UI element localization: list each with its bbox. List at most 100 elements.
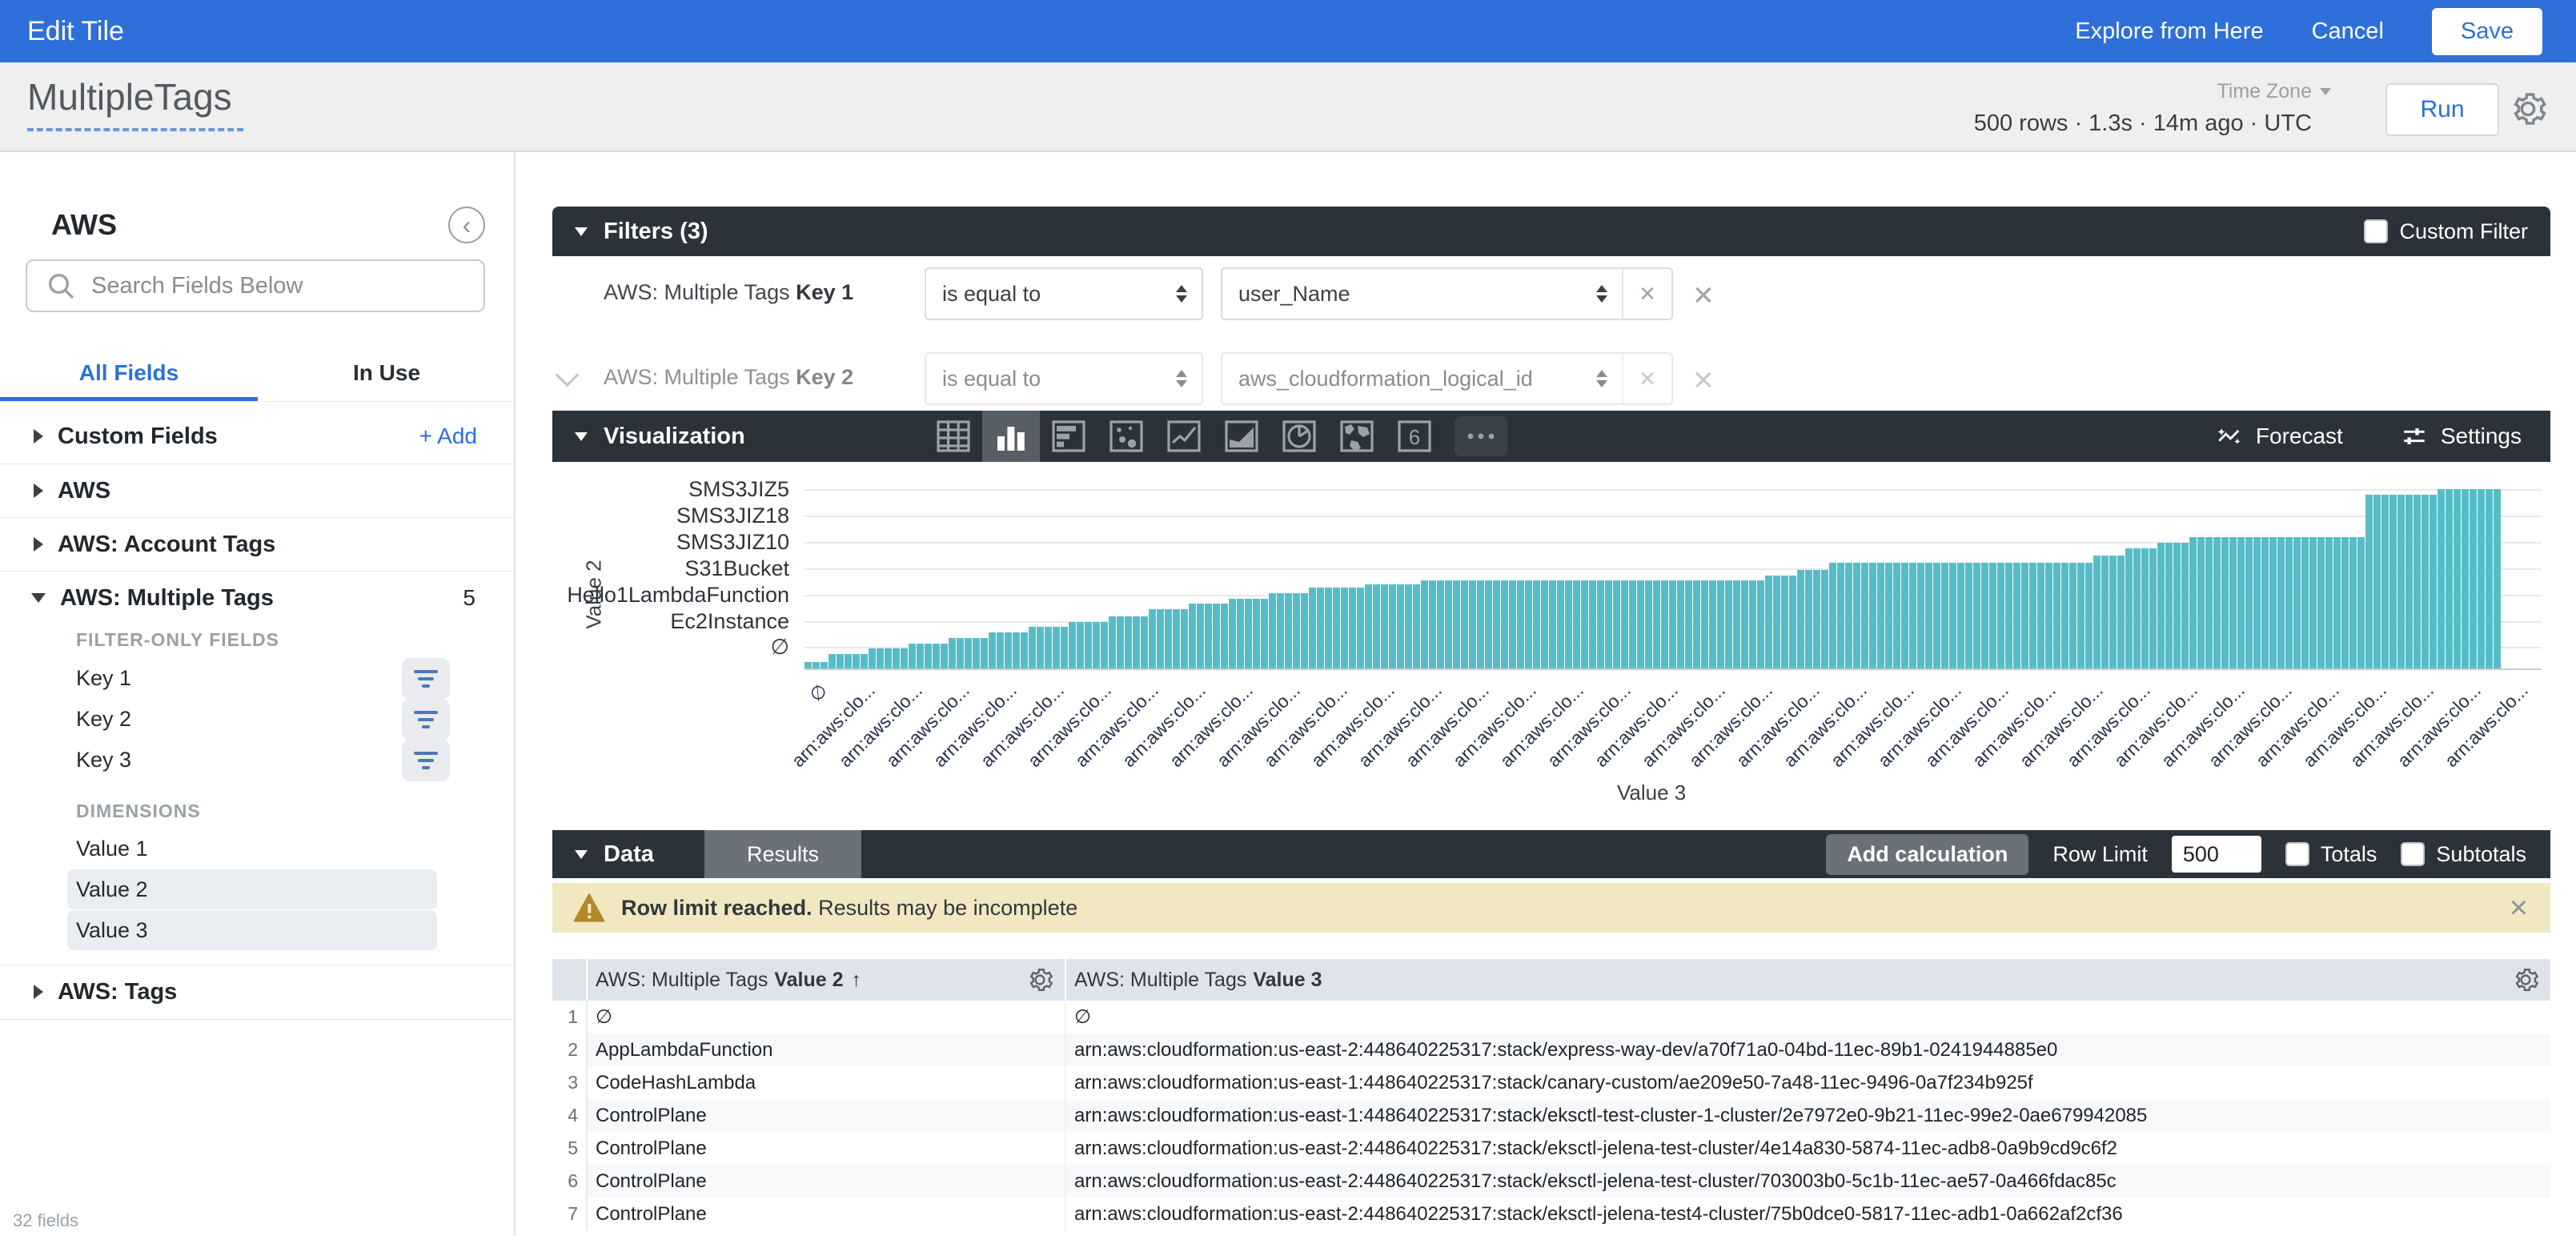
bar[interactable] bbox=[1053, 627, 1060, 668]
bar[interactable] bbox=[1973, 563, 1980, 668]
bar[interactable] bbox=[1509, 580, 1516, 668]
bar[interactable] bbox=[957, 638, 964, 668]
bar[interactable] bbox=[1861, 563, 1868, 668]
bar[interactable] bbox=[1181, 609, 1188, 668]
bar[interactable] bbox=[2317, 537, 2325, 668]
bar[interactable] bbox=[1989, 563, 1996, 668]
viz-type-more-icon[interactable] bbox=[1455, 416, 1507, 456]
bar[interactable] bbox=[2013, 563, 2020, 668]
bar[interactable] bbox=[1269, 593, 1276, 668]
bar[interactable] bbox=[2413, 495, 2421, 668]
filter-by-key-3-button[interactable] bbox=[402, 740, 450, 781]
bar[interactable] bbox=[1429, 580, 1436, 668]
bar[interactable] bbox=[1229, 599, 1236, 668]
bar[interactable] bbox=[885, 648, 892, 668]
bar[interactable] bbox=[1437, 580, 1444, 668]
bar[interactable] bbox=[1421, 580, 1428, 668]
remove-filter-icon[interactable]: × bbox=[1693, 275, 1714, 315]
column-gear-icon[interactable] bbox=[2512, 966, 2539, 993]
bar[interactable] bbox=[1813, 570, 1820, 668]
bar[interactable] bbox=[997, 632, 1004, 668]
sidebar-item-multiple-tags[interactable]: AWS: Multiple Tags 5 bbox=[0, 572, 514, 624]
bar[interactable] bbox=[1709, 580, 1716, 668]
bar[interactable] bbox=[901, 648, 908, 668]
bar[interactable] bbox=[1037, 627, 1044, 668]
bar[interactable] bbox=[893, 648, 900, 668]
bar[interactable] bbox=[1581, 580, 1588, 668]
bar[interactable] bbox=[1605, 580, 1612, 668]
bar[interactable] bbox=[1909, 563, 1916, 668]
cell-value-3[interactable]: ∅ bbox=[1066, 1001, 2550, 1033]
bar[interactable] bbox=[2149, 548, 2157, 668]
bar[interactable] bbox=[1261, 599, 1268, 668]
bar[interactable] bbox=[1741, 580, 1748, 668]
bar[interactable] bbox=[925, 644, 932, 668]
bar[interactable] bbox=[1637, 580, 1644, 668]
field-value-3[interactable]: Value 3 bbox=[67, 910, 437, 950]
bar[interactable] bbox=[1517, 580, 1524, 668]
bar[interactable] bbox=[1829, 563, 1836, 668]
bar[interactable] bbox=[2438, 489, 2445, 668]
filter-operator-select[interactable]: is equal to bbox=[925, 267, 1203, 320]
viz-type-single-value-icon[interactable]: 6 bbox=[1386, 411, 1443, 462]
bar[interactable] bbox=[1061, 627, 1068, 668]
bar[interactable] bbox=[1661, 580, 1668, 668]
bar[interactable] bbox=[1069, 622, 1076, 668]
bar[interactable] bbox=[1277, 593, 1284, 668]
bar[interactable] bbox=[2061, 563, 2068, 668]
bar[interactable] bbox=[1549, 580, 1556, 668]
bar[interactable] bbox=[2173, 543, 2181, 668]
viz-type-scatter-icon[interactable] bbox=[1097, 411, 1155, 462]
bar[interactable] bbox=[1405, 584, 1412, 668]
bar[interactable] bbox=[1773, 576, 1780, 668]
bar[interactable] bbox=[861, 654, 868, 668]
bar[interactable] bbox=[1445, 580, 1452, 668]
bar[interactable] bbox=[1701, 580, 1708, 668]
bar[interactable] bbox=[1901, 563, 1908, 668]
bar[interactable] bbox=[2293, 537, 2301, 668]
bar[interactable] bbox=[1237, 599, 1244, 668]
cell-value-3[interactable]: arn:aws:cloudformation:us-east-1:4486402… bbox=[1066, 1066, 2550, 1099]
bar[interactable] bbox=[877, 648, 884, 668]
viz-type-area-icon[interactable] bbox=[1213, 411, 1270, 462]
bar[interactable] bbox=[1837, 563, 1844, 668]
bar[interactable] bbox=[1157, 609, 1164, 668]
column-gear-icon[interactable] bbox=[1026, 966, 1053, 993]
tab-all-fields[interactable]: All Fields bbox=[0, 349, 258, 397]
bar[interactable] bbox=[1557, 580, 1564, 668]
tab-results[interactable]: Results bbox=[704, 830, 861, 878]
bar[interactable] bbox=[1789, 576, 1796, 668]
bar[interactable] bbox=[941, 644, 948, 668]
bar[interactable] bbox=[1733, 580, 1740, 668]
bar[interactable] bbox=[1389, 584, 1396, 668]
bar[interactable] bbox=[1141, 616, 1148, 668]
bar[interactable] bbox=[1117, 616, 1124, 668]
bar[interactable] bbox=[1397, 584, 1404, 668]
sidebar-item-custom-fields[interactable]: Custom Fields + Add bbox=[0, 410, 514, 463]
subtotals-checkbox[interactable] bbox=[2401, 842, 2425, 866]
column-header-value-3[interactable]: AWS: Multiple TagsValue 3 bbox=[1066, 959, 2550, 1001]
bar[interactable] bbox=[1613, 580, 1620, 668]
cell-value-3[interactable]: arn:aws:cloudformation:us-east-2:4486402… bbox=[1066, 1198, 2550, 1230]
bar[interactable] bbox=[1453, 580, 1460, 668]
bar[interactable] bbox=[2285, 537, 2293, 668]
viz-type-map-icon[interactable] bbox=[1328, 411, 1386, 462]
bar[interactable] bbox=[1565, 580, 1572, 668]
add-calculation-button[interactable]: Add calculation bbox=[1826, 834, 2028, 875]
bar[interactable] bbox=[2381, 495, 2389, 668]
row-limit-input[interactable] bbox=[2172, 836, 2261, 873]
bar[interactable] bbox=[2422, 495, 2429, 668]
bar[interactable] bbox=[1845, 563, 1852, 668]
bar[interactable] bbox=[981, 638, 988, 668]
bar[interactable] bbox=[821, 662, 828, 668]
bar[interactable] bbox=[1253, 599, 1260, 668]
bar[interactable] bbox=[2494, 489, 2501, 668]
bar[interactable] bbox=[1693, 580, 1700, 668]
bar[interactable] bbox=[1173, 609, 1180, 668]
bar[interactable] bbox=[1525, 580, 1532, 668]
bar[interactable] bbox=[917, 644, 924, 668]
bar[interactable] bbox=[1245, 599, 1252, 668]
bar[interactable] bbox=[1461, 580, 1468, 668]
bar[interactable] bbox=[2430, 495, 2437, 668]
viz-type-line-icon[interactable] bbox=[1155, 411, 1213, 462]
